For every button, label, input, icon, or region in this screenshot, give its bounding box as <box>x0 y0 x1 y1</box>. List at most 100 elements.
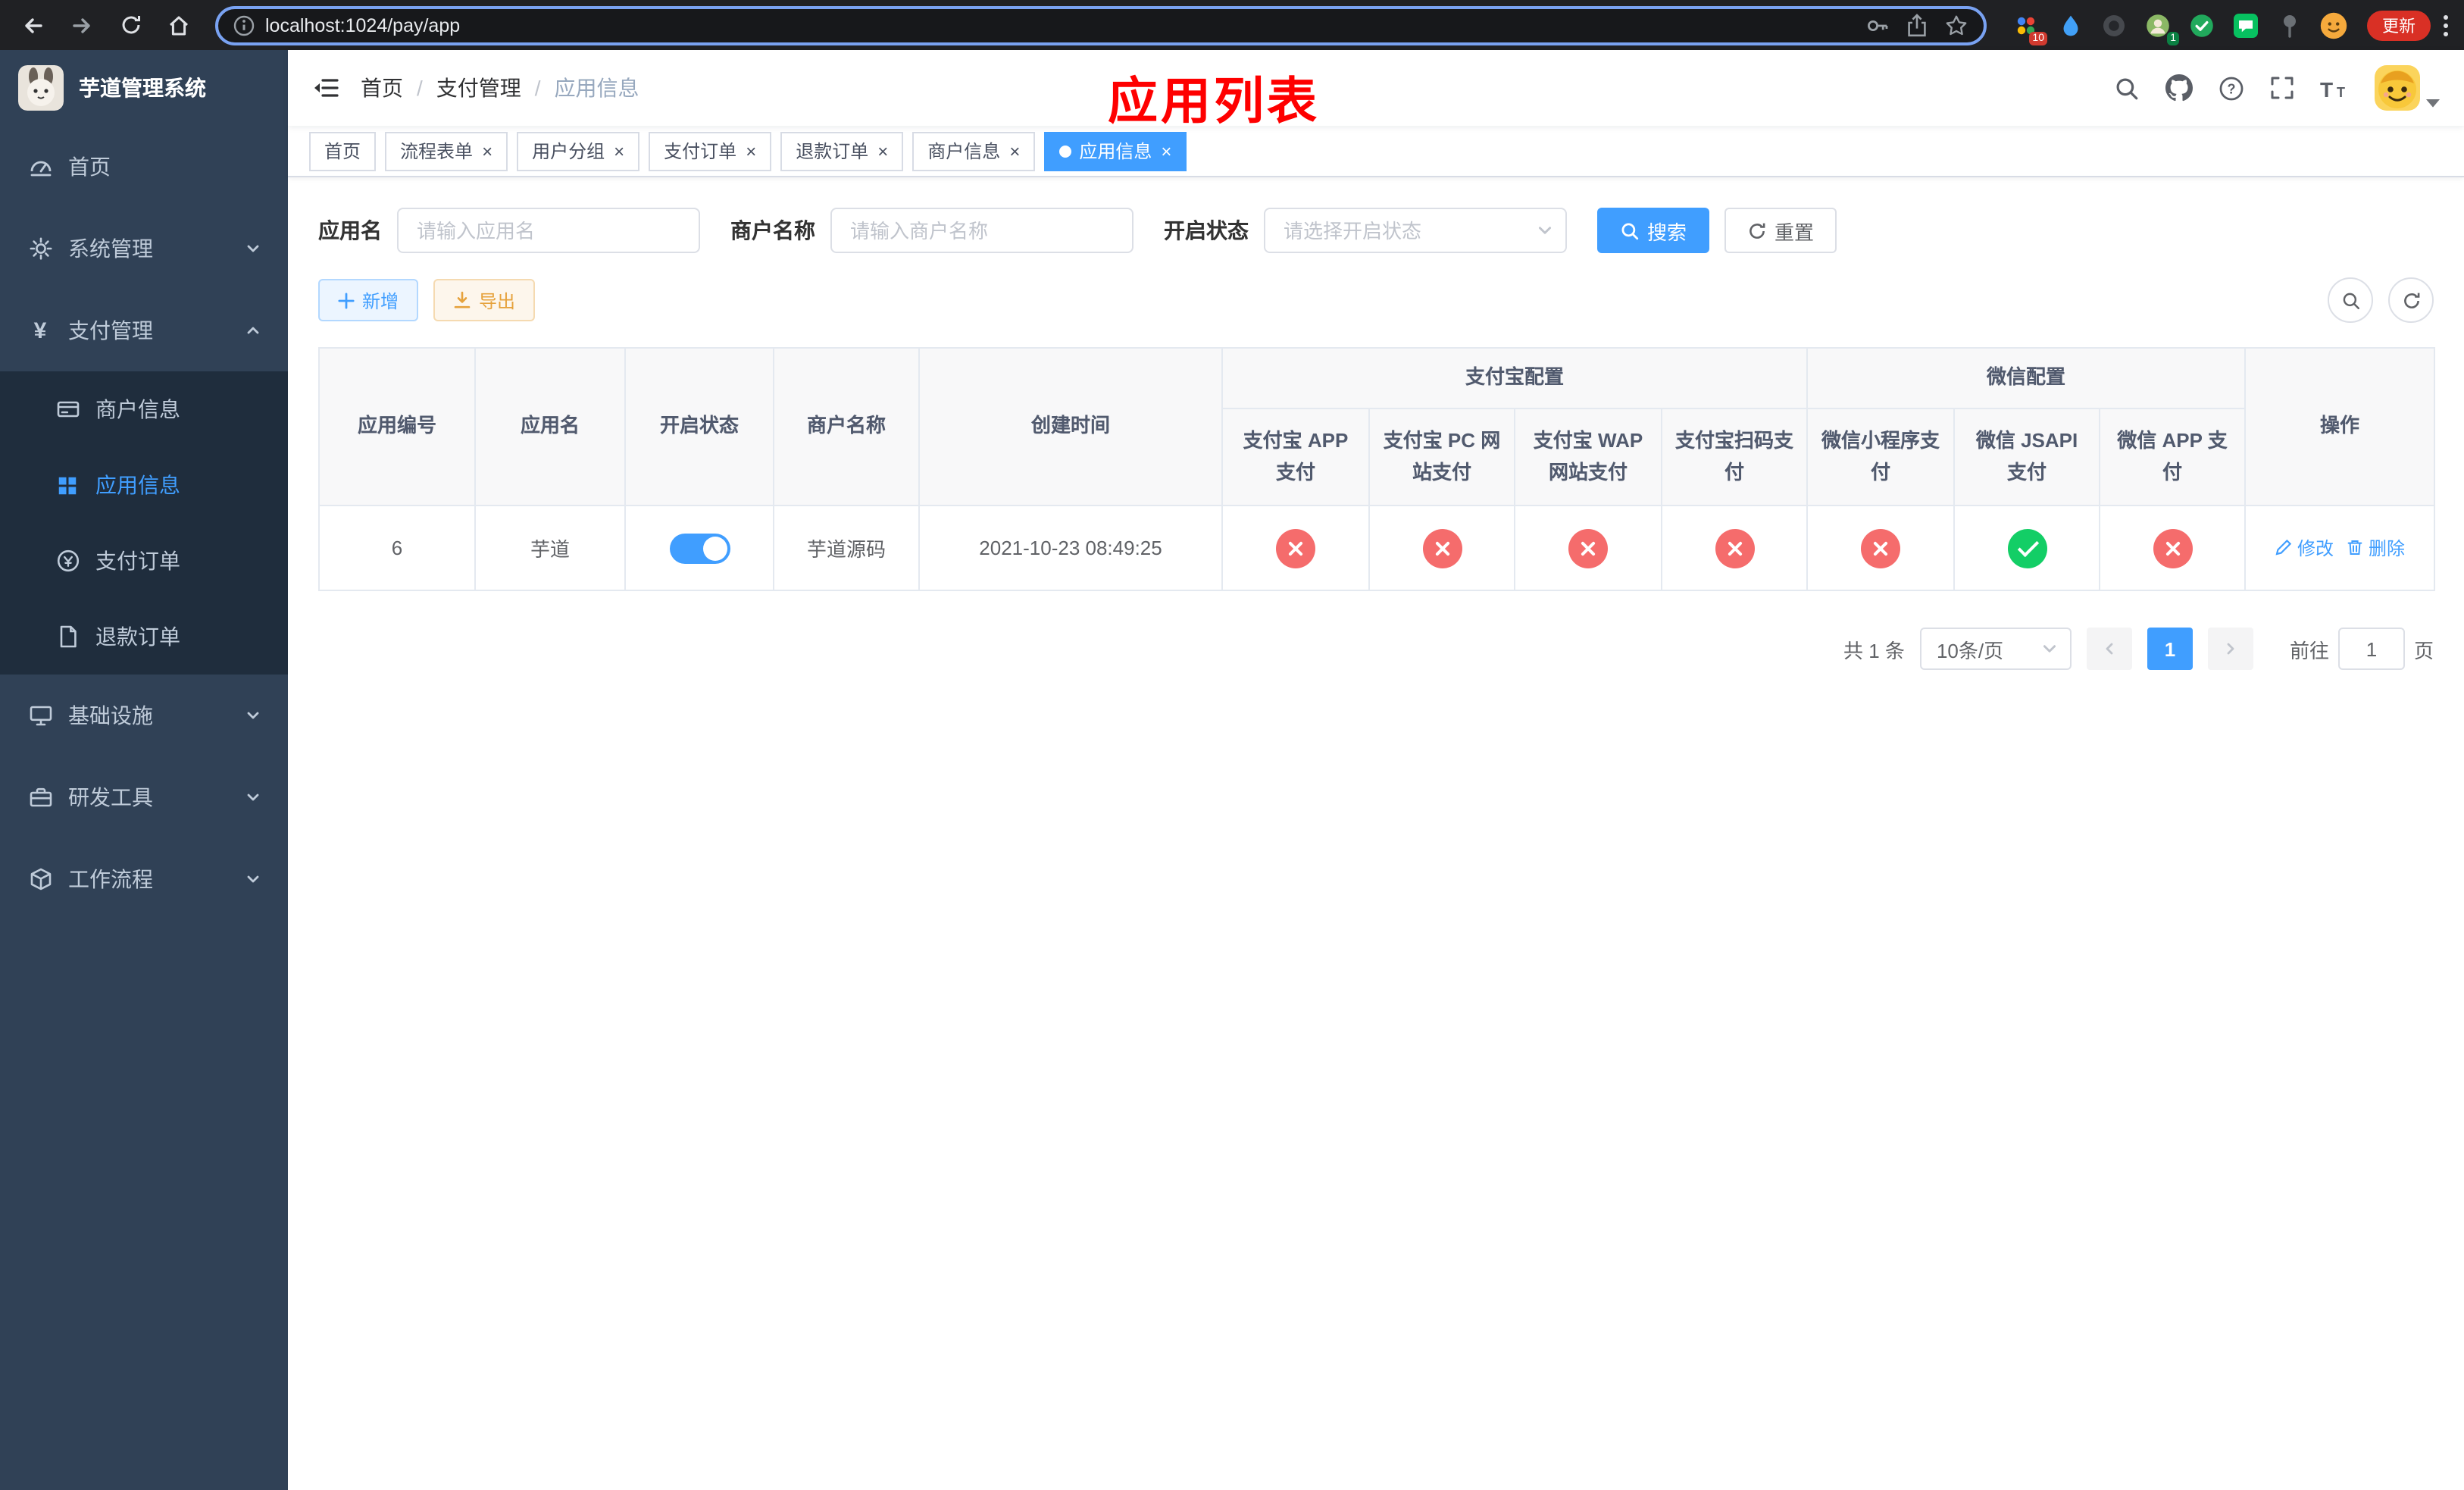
tab-home[interactable]: 首页 <box>309 131 377 171</box>
active-dot <box>1059 145 1072 157</box>
alipay-pc-status-icon <box>1422 528 1462 568</box>
sidebar-item-system[interactable]: 系统管理 <box>0 208 288 290</box>
refresh-button[interactable] <box>2388 277 2434 323</box>
share-icon[interactable] <box>1906 13 1928 37</box>
wechat-mini-status-icon <box>1861 528 1901 568</box>
filter-form: 应用名 商户名称 开启状态 <box>318 208 2434 253</box>
address-bar[interactable]: localhost:1024/pay/app <box>215 5 1987 45</box>
user-menu[interactable] <box>2375 65 2440 111</box>
screen: localhost:1024/pay/app 10 1 更新 芋道管理系统 首页… <box>0 0 2464 1490</box>
tab-merchant-info[interactable]: 商户信息 × <box>912 131 1036 171</box>
page-size-select[interactable]: 10条/页 <box>1919 628 2072 670</box>
tab-process-form[interactable]: 流程表单 × <box>385 131 508 171</box>
sidebar-item-payment[interactable]: ¥ 支付管理 <box>0 290 288 371</box>
forward-icon[interactable] <box>64 7 100 43</box>
tab-user-group[interactable]: 用户分组 × <box>517 131 640 171</box>
sidebar-item-merchant-info[interactable]: 商户信息 <box>0 371 288 447</box>
sidebar-item-app-info[interactable]: 应用信息 <box>0 447 288 523</box>
extension-dark-circle-icon[interactable] <box>2099 10 2129 40</box>
extension-drop-icon[interactable] <box>2055 10 2085 40</box>
credit-card-icon <box>55 397 80 421</box>
tab-app-info[interactable]: 应用信息 × <box>1044 131 1187 171</box>
github-icon[interactable] <box>2165 74 2193 102</box>
navbar-actions: ? TT <box>2114 65 2440 111</box>
close-icon[interactable]: × <box>746 142 756 160</box>
tab-pay-orders[interactable]: 支付订单 × <box>649 131 772 171</box>
chrome-update-button[interactable]: 更新 <box>2367 10 2431 40</box>
page-number[interactable]: 1 <box>2147 628 2193 670</box>
sidebar-item-dev-tools[interactable]: 研发工具 <box>0 756 288 838</box>
extension-badge: 10 <box>2029 31 2047 45</box>
site-info-icon[interactable] <box>233 14 255 36</box>
goto-suffix: 页 <box>2413 639 2434 662</box>
goto-page-input[interactable] <box>2337 628 2405 670</box>
password-key-icon[interactable] <box>1865 13 1890 37</box>
help-icon[interactable]: ? <box>2219 75 2244 101</box>
sidebar-item-home[interactable]: 首页 <box>0 126 288 208</box>
delete-link[interactable]: 删除 <box>2346 535 2405 561</box>
document-icon <box>55 624 80 649</box>
bookmark-star-icon[interactable] <box>1944 13 1968 37</box>
app-name-input[interactable] <box>397 208 700 253</box>
extension-avatar-icon[interactable]: 1 <box>2143 10 2179 45</box>
user-avatar[interactable] <box>2375 65 2420 111</box>
status-switch[interactable] <box>669 533 730 563</box>
col-wechat-mini: 微信小程序支付 <box>1806 408 1956 506</box>
breadcrumb-current: 应用信息 <box>554 76 639 100</box>
merchant-name-input[interactable] <box>830 208 1134 253</box>
reset-button[interactable]: 重置 <box>1724 208 1837 253</box>
extension-grid-icon[interactable]: 10 <box>2011 10 2047 45</box>
search-button[interactable]: 搜索 <box>1597 208 1710 253</box>
next-page-button[interactable] <box>2207 628 2253 670</box>
cell-created: 2021-10-23 08:49:25 <box>918 505 1223 591</box>
alipay-qr-status-icon <box>1715 528 1754 568</box>
menu-label: 支付管理 <box>68 318 153 343</box>
col-status: 开启状态 <box>624 347 774 506</box>
sidebar-item-workflow[interactable]: 工作流程 <box>0 838 288 920</box>
app-logo-row[interactable]: 芋道管理系统 <box>0 50 288 126</box>
close-icon[interactable]: × <box>1009 142 1020 160</box>
col-wechat-app: 微信 APP 支付 <box>2099 408 2247 506</box>
chevron-down-icon <box>1537 222 1553 239</box>
extension-chat-icon[interactable] <box>2231 10 2261 40</box>
font-size-icon[interactable]: TT <box>2320 77 2349 99</box>
fullscreen-icon[interactable] <box>2270 76 2294 100</box>
reload-icon[interactable] <box>112 7 149 43</box>
sidebar-item-pay-orders[interactable]: 支付订单 <box>0 523 288 599</box>
edit-link[interactable]: 修改 <box>2275 535 2334 561</box>
chevron-down-icon <box>245 708 261 723</box>
chevron-down-icon <box>245 790 261 805</box>
export-button[interactable]: 导出 <box>433 279 536 321</box>
add-button[interactable]: 新增 <box>318 279 419 321</box>
close-icon[interactable]: × <box>1161 142 1171 160</box>
close-icon[interactable]: × <box>482 142 492 160</box>
url-text[interactable]: localhost:1024/pay/app <box>265 14 1855 36</box>
sidebar-fold-icon[interactable] <box>312 76 339 100</box>
home-icon[interactable] <box>161 7 197 43</box>
toolbox-icon <box>27 785 53 809</box>
extension-pin-icon[interactable] <box>2275 10 2305 40</box>
close-icon[interactable]: × <box>614 142 624 160</box>
extension-check-icon[interactable] <box>2187 10 2217 40</box>
sidebar: 芋道管理系统 首页 系统管理 ¥ 支付管理 商户信息 应用信息 支付订单 退款订… <box>0 50 288 1490</box>
app-logo <box>18 65 64 111</box>
tab-refund-orders[interactable]: 退款订单 × <box>780 131 904 171</box>
profile-avatar-icon[interactable] <box>2319 10 2349 40</box>
status-select[interactable] <box>1264 208 1567 253</box>
back-icon[interactable] <box>15 7 52 43</box>
sidebar-item-refund-orders[interactable]: 退款订单 <box>0 599 288 675</box>
breadcrumb-payment[interactable]: 支付管理 <box>436 73 521 103</box>
gear-icon <box>27 236 53 261</box>
browser-menu-icon[interactable] <box>2443 13 2449 37</box>
search-icon[interactable] <box>2114 75 2140 101</box>
breadcrumb-home[interactable]: 首页 <box>361 73 403 103</box>
wechat-jsapi-status-icon <box>2007 528 2047 568</box>
chevron-down-icon <box>245 241 261 256</box>
sidebar-item-infrastructure[interactable]: 基础设施 <box>0 675 288 756</box>
prev-page-button[interactable] <box>2086 628 2132 670</box>
toggle-search-button[interactable] <box>2328 277 2373 323</box>
browser-toolbar: localhost:1024/pay/app 10 1 更新 <box>0 0 2464 50</box>
close-icon[interactable]: × <box>877 142 888 160</box>
menu-label: 应用信息 <box>95 473 180 497</box>
app-title: 芋道管理系统 <box>79 76 206 100</box>
